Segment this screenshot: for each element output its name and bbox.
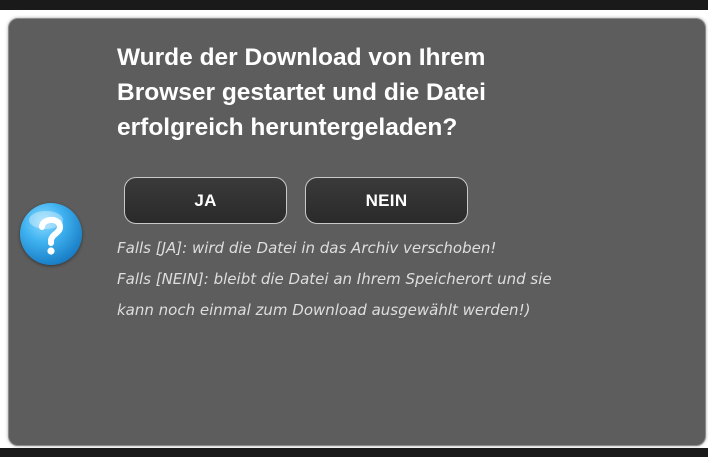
no-button[interactable]: NEIN [305,177,468,224]
yes-button-label: JA [194,190,217,210]
info-line: Falls [NEIN]: bleibt die Datei an Ihrem … [117,270,552,288]
bottom-dark-strip [0,448,708,457]
question-line: erfolgreich heruntergeladen? [117,114,458,141]
top-dark-strip [0,0,708,10]
dialog-info-text: Falls [JA]: wird die Datei in das Archiv… [117,233,697,326]
dialog-question: Wurde der Download von Ihrem Browser ges… [117,40,637,145]
question-line: Browser gestartet und die Datei [117,79,486,106]
no-button-label: NEIN [365,190,408,210]
question-line: Wurde der Download von Ihrem [117,44,486,71]
info-line: kann noch einmal zum Download ausgewählt… [117,301,531,319]
yes-button[interactable]: JA [124,177,287,224]
download-confirmation-dialog: Wurde der Download von Ihrem Browser ges… [8,18,706,446]
info-line: Falls [JA]: wird die Datei in das Archiv… [117,239,497,257]
question-mark-icon [20,203,82,265]
